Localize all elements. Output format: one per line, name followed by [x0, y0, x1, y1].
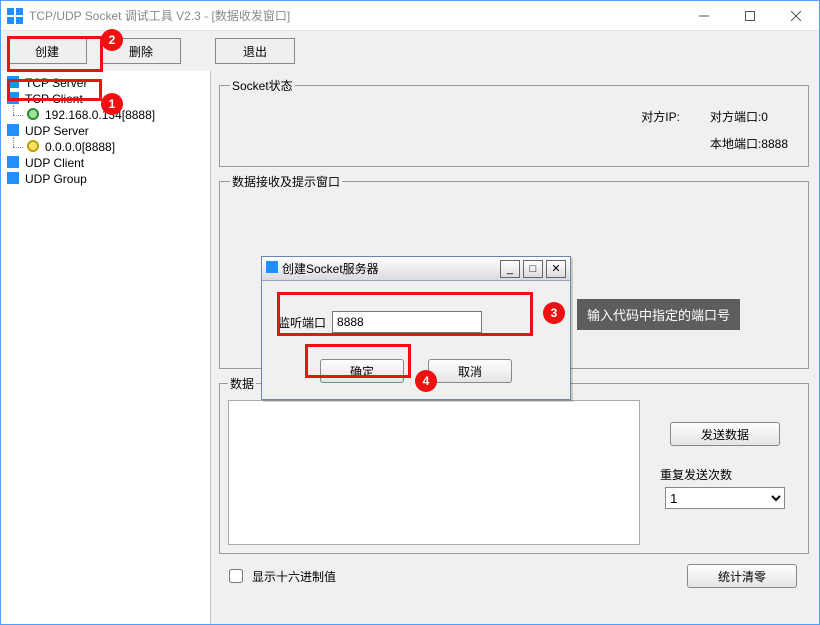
socket-status-legend: Socket状态 [230, 77, 295, 94]
tree-label: TCP Server [25, 76, 87, 90]
tree-label: UDP Server [25, 124, 89, 138]
dialog-minimize-button[interactable]: _ [500, 260, 520, 278]
create-button[interactable]: 创建 [7, 38, 87, 64]
send-button[interactable]: 发送数据 [670, 422, 780, 446]
maximize-button[interactable] [727, 1, 773, 31]
local-port-label: 本地端口:8888 [710, 135, 788, 152]
tree-item-udp-group[interactable]: UDP Group [5, 171, 206, 187]
toolbar: 创建 删除 退出 [1, 31, 819, 71]
app-icon [7, 8, 23, 24]
tree-label: UDP Group [25, 172, 87, 186]
dialog-title: 创建Socket服务器 [282, 260, 497, 277]
dialog-app-icon [266, 261, 278, 276]
dialog-maximize-button[interactable]: □ [523, 260, 543, 278]
remote-port-label: 对方端口:0 [710, 108, 788, 125]
hex-checkbox[interactable] [229, 569, 243, 583]
hex-label-text: 显示十六进制值 [252, 568, 336, 585]
sidebar: TCP Server TCP Client 192.168.0.134[8888… [1, 71, 211, 624]
repeat-select[interactable]: 1 [665, 487, 785, 509]
tree-item-udp-client[interactable]: UDP Client [5, 155, 206, 171]
footer-row: 显示十六进制值 统计清零 [219, 560, 809, 596]
send-legend: 数据 [228, 375, 256, 392]
port-input[interactable] [332, 311, 482, 333]
tree-item-udp-server[interactable]: UDP Server [5, 123, 206, 139]
dialog-ok-button[interactable]: 确定 [320, 359, 404, 383]
send-panel: 数据 发送数据 重复发送次数 1 [219, 375, 809, 554]
logo-icon [7, 156, 21, 170]
clear-stats-button[interactable]: 统计清零 [687, 564, 797, 588]
port-label: 监听端口 [278, 314, 326, 331]
status-dot-icon [27, 108, 41, 122]
tree-label: 192.168.0.134[8888] [45, 108, 155, 122]
tree-item-tcp-client[interactable]: TCP Client [5, 91, 206, 107]
remote-ip-label: 对方IP: [641, 108, 680, 125]
repeat-label: 重复发送次数 [650, 466, 732, 483]
dialog-close-button[interactable]: ✕ [546, 260, 566, 278]
app-window: TCP/UDP Socket 调试工具 V2.3 - [数据收发窗口] 创建 删… [0, 0, 820, 625]
logo-icon [7, 172, 21, 186]
socket-status-panel: Socket状态 对方IP: 对方端口:0 本地端口:8888 [219, 77, 809, 167]
tree-item-tcp-server[interactable]: TCP Server [5, 75, 206, 91]
hex-checkbox-label[interactable]: 显示十六进制值 [225, 566, 336, 586]
tree-item-tcp-client-conn[interactable]: 192.168.0.134[8888] [5, 107, 206, 123]
tree-label: TCP Client [25, 92, 83, 106]
delete-button[interactable]: 删除 [101, 38, 181, 64]
exit-button[interactable]: 退出 [215, 38, 295, 64]
dialog-titlebar[interactable]: 创建Socket服务器 _ □ ✕ [262, 257, 570, 281]
status-dot-icon [27, 140, 41, 154]
titlebar: TCP/UDP Socket 调试工具 V2.3 - [数据收发窗口] [1, 1, 819, 31]
create-server-dialog: 创建Socket服务器 _ □ ✕ 监听端口 确定 取消 [261, 256, 571, 400]
tree-label: UDP Client [25, 156, 84, 170]
logo-icon [7, 92, 21, 106]
tree-item-udp-server-conn[interactable]: 0.0.0.0[8888] [5, 139, 206, 155]
send-textarea[interactable] [228, 400, 640, 545]
recv-legend: 数据接收及提示窗口 [230, 173, 342, 190]
window-title: TCP/UDP Socket 调试工具 V2.3 - [数据收发窗口] [29, 7, 290, 24]
tree-label: 0.0.0.0[8888] [45, 140, 115, 154]
minimize-button[interactable] [681, 1, 727, 31]
dialog-cancel-button[interactable]: 取消 [428, 359, 512, 383]
logo-icon [7, 124, 21, 138]
logo-icon [7, 76, 21, 90]
close-button[interactable] [773, 1, 819, 31]
